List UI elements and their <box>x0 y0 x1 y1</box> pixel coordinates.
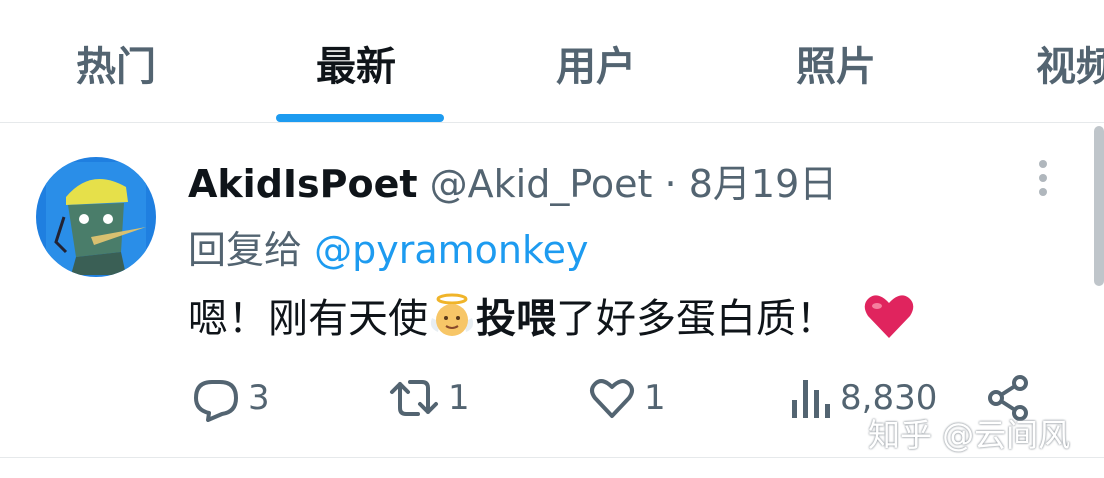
tab-trending[interactable]: 热门 <box>76 34 156 92</box>
tab-photos[interactable]: 照片 <box>796 34 876 92</box>
like-count: 1 <box>644 378 666 418</box>
reply-mention-link[interactable]: @pyramonkey <box>314 228 588 272</box>
tweet-text-part2: 了好多蛋白质！ <box>556 296 836 342</box>
tweet-text-bold: 投喂 <box>476 296 556 342</box>
retweet-count: 1 <box>448 378 470 418</box>
watermark: 知乎 @云间风 <box>868 416 1071 454</box>
views-chart-icon <box>788 374 832 422</box>
tweet-date[interactable]: 8月19日 <box>689 162 838 206</box>
tab-latest[interactable]: 最新 <box>316 34 396 92</box>
retweet-button[interactable]: 1 <box>388 368 470 428</box>
tab-bar: 热门 最新 用户 照片 视频 <box>0 0 1104 123</box>
reply-button[interactable]: 3 <box>192 368 270 428</box>
user-handle[interactable]: @Akid_Poet <box>430 162 653 206</box>
separator-dot: · <box>664 162 677 206</box>
red-heart-emoji-icon <box>863 292 915 350</box>
tweet-card[interactable]: AkidIsPoet @Akid_Poet · 8月19日 回复给 @pyram… <box>0 123 1104 458</box>
like-button[interactable]: 1 <box>588 368 666 428</box>
tweet-text-part1: 嗯！刚有天使 <box>188 296 428 342</box>
reply-count: 3 <box>248 378 270 418</box>
reply-context: 回复给 @pyramonkey <box>188 219 589 274</box>
tweet-header: AkidIsPoet @Akid_Poet · 8月19日 <box>188 153 837 208</box>
avatar[interactable] <box>36 157 156 277</box>
tweet-text: 嗯！刚有天使 投喂了好多蛋白质！ <box>188 286 915 350</box>
angel-emoji-icon <box>428 292 476 350</box>
display-name[interactable]: AkidIsPoet <box>188 162 418 206</box>
active-tab-indicator <box>276 114 444 122</box>
heart-icon <box>588 374 636 422</box>
reply-prefix: 回复给 <box>188 228 303 272</box>
more-options-icon[interactable] <box>1032 159 1054 199</box>
retweet-icon <box>388 374 440 422</box>
scrollbar[interactable] <box>1094 126 1104 286</box>
reply-icon <box>192 374 240 422</box>
tab-users[interactable]: 用户 <box>556 34 636 92</box>
tab-videos[interactable]: 视频 <box>1036 34 1104 92</box>
